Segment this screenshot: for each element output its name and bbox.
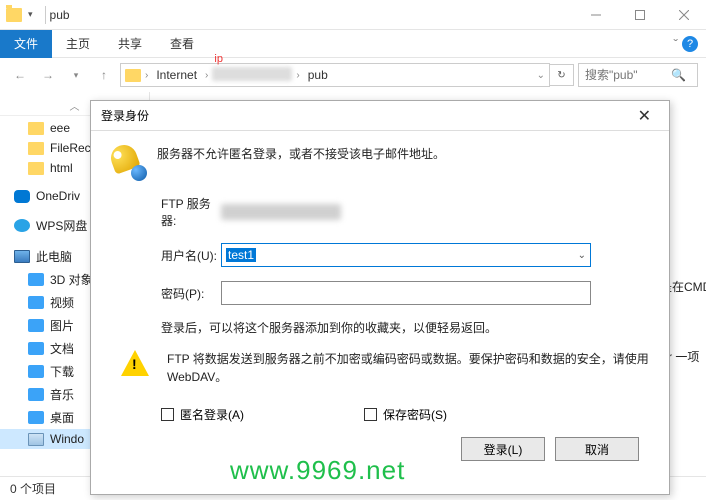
sidebar-item-label: 此电脑 [36, 248, 72, 265]
login-button[interactable]: 登录(L) [461, 437, 545, 461]
sidebar-item-label: FileRec [50, 141, 91, 155]
search-icon: 🔍 [671, 68, 686, 82]
desktop-icon [28, 411, 44, 424]
tab-share[interactable]: 共享 [104, 29, 156, 58]
address-input[interactable]: › Internet › ip › pub ⌄ [120, 63, 550, 87]
server-label: FTP 服务器: [111, 195, 221, 229]
back-button[interactable]: ← [8, 63, 32, 87]
info-text: 登录后，可以将这个服务器添加到你的收藏夹，以便轻易返回。 [111, 319, 649, 336]
sidebar-item-label: WPS网盘 [36, 217, 87, 234]
sidebar-item-label: 文档 [50, 340, 74, 357]
save-password-checkbox[interactable]: 保存密码(S) [364, 406, 447, 423]
address-bar: ← → ▾ ↑ › Internet › ip › pub ⌄ ↻ 🔍 [0, 58, 706, 92]
dialog-title: 登录身份 [101, 107, 149, 124]
chevron-right-icon: › [145, 70, 148, 81]
window-title: pub [50, 8, 70, 22]
drive-icon [28, 433, 44, 446]
minimize-button[interactable] [574, 0, 618, 30]
sidebar-item-label: 下载 [50, 363, 74, 380]
help-icon[interactable]: ? [682, 36, 698, 52]
search-input[interactable] [585, 68, 665, 82]
username-label: 用户名(U): [111, 247, 221, 264]
sidebar-item-label: html [50, 161, 73, 175]
warning-icon [121, 350, 153, 378]
password-label: 密码(P): [111, 285, 221, 302]
refresh-button[interactable]: ↻ [550, 64, 574, 86]
chevron-right-icon: › [205, 70, 208, 81]
forward-button[interactable]: → [36, 63, 60, 87]
cloud-icon [14, 219, 30, 232]
sidebar-item-label: 3D 对象 [50, 271, 93, 288]
qa-dropdown-icon[interactable]: ▾ [28, 9, 33, 20]
folder-icon [28, 122, 44, 135]
folder-icon [6, 8, 22, 22]
password-input[interactable] [221, 281, 591, 305]
music-icon [28, 388, 44, 401]
close-button[interactable] [662, 0, 706, 30]
recent-dropdown[interactable]: ▾ [64, 63, 88, 87]
login-dialog: 登录身份 ✕ 服务器不允许匿名登录，或者不接受该电子邮件地址。 FTP 服务器:… [90, 100, 670, 495]
server-value-blurred [221, 204, 341, 220]
chevron-right-icon: › [296, 70, 299, 81]
cloud-icon [14, 190, 30, 203]
item-count: 0 个项目 [10, 480, 56, 497]
window-titlebar: ▾ pub [0, 0, 706, 30]
dialog-message: 服务器不允许匿名登录，或者不接受该电子邮件地址。 [157, 145, 445, 162]
documents-icon [28, 342, 44, 355]
folder-icon [28, 162, 44, 175]
3d-icon [28, 273, 44, 286]
pictures-icon [28, 319, 44, 332]
sidebar-item-label: 视频 [50, 294, 74, 311]
sidebar-item-label: 桌面 [50, 409, 74, 426]
tab-view[interactable]: 查看 [156, 29, 208, 58]
breadcrumb[interactable]: pub [304, 68, 332, 82]
separator [45, 6, 46, 24]
tab-home[interactable]: 主页 [52, 29, 104, 58]
maximize-button[interactable] [618, 0, 662, 30]
checkbox-icon [364, 408, 377, 421]
anonymous-checkbox[interactable]: 匿名登录(A) [161, 406, 244, 423]
breadcrumb-blurred [212, 67, 292, 81]
sidebar-item-label: 图片 [50, 317, 74, 334]
dialog-titlebar: 登录身份 ✕ [91, 101, 669, 131]
file-tab[interactable]: 文件 [0, 30, 52, 58]
ribbon: 文件 主页 共享 查看 ˇ ? [0, 30, 706, 58]
ribbon-chevron-icon[interactable]: ˇ [673, 36, 678, 52]
dropdown-icon[interactable]: ⌄ [537, 70, 545, 81]
cancel-button[interactable]: 取消 [555, 437, 639, 461]
ip-annotation: ip [214, 53, 223, 65]
dropdown-icon[interactable]: ⌄ [578, 250, 586, 261]
breadcrumb[interactable]: Internet [152, 68, 201, 82]
username-value: test1 [226, 248, 256, 262]
sidebar-item-label: 音乐 [50, 386, 74, 403]
up-button[interactable]: ↑ [92, 63, 116, 87]
sidebar-item-label: eee [50, 121, 70, 135]
key-globe-icon [111, 145, 143, 177]
video-icon [28, 296, 44, 309]
checkbox-label: 匿名登录(A) [180, 406, 244, 423]
sidebar-item-label: OneDriv [36, 189, 80, 203]
username-input[interactable]: test1 ⌄ [221, 243, 591, 267]
sidebar-item-label: Windo [50, 432, 84, 446]
dialog-close-button[interactable]: ✕ [630, 106, 659, 126]
pc-icon [14, 250, 30, 263]
search-box[interactable]: 🔍 [578, 63, 698, 87]
folder-icon [125, 69, 141, 82]
folder-icon [28, 142, 44, 155]
warning-text: FTP 将数据发送到服务器之前不加密或编码密码或数据。要保护密码和数据的安全，请… [167, 350, 649, 386]
downloads-icon [28, 365, 44, 378]
checkbox-icon [161, 408, 174, 421]
checkbox-label: 保存密码(S) [383, 406, 447, 423]
